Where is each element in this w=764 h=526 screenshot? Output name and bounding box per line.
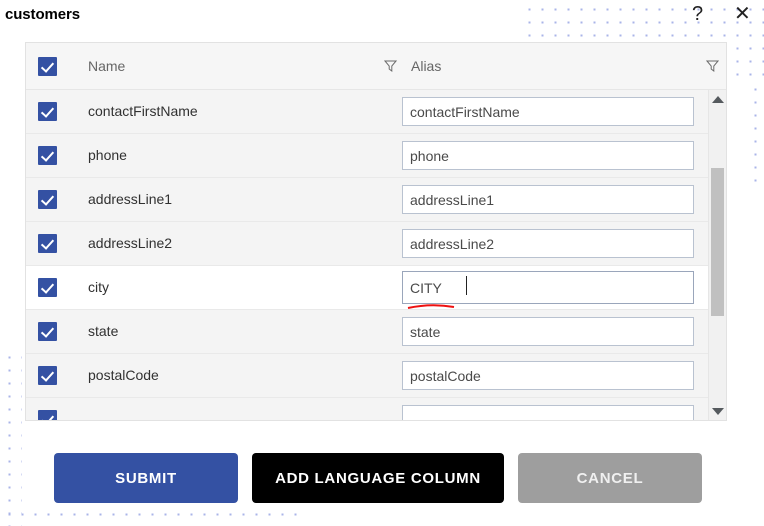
row-name-label: contactFirstName (88, 103, 198, 119)
row-checkbox[interactable] (38, 278, 57, 297)
alias-input[interactable] (402, 361, 694, 390)
row-name-label: phone (88, 147, 127, 163)
table-row: contactFirstName (26, 90, 709, 134)
alias-input-focused[interactable] (402, 271, 694, 304)
column-header-name: Name (88, 58, 126, 74)
dot-pattern-right-strip (746, 80, 764, 190)
alias-input[interactable] (402, 405, 694, 420)
filter-funnel-icon-alias[interactable] (705, 59, 720, 73)
row-name-label: addressLine1 (88, 191, 173, 207)
table-row-focused: city (26, 266, 709, 310)
row-checkbox[interactable] (38, 366, 57, 385)
dialog-titlebar: customers ? ✕ (0, 0, 764, 33)
table-row: phone (26, 134, 709, 178)
row-checkbox[interactable] (38, 322, 57, 341)
table-header-row: Name Alias (26, 43, 726, 90)
row-name-label: addressLine2 (88, 235, 173, 251)
table-row: addressLine2 (26, 222, 709, 266)
scrollbar-thumb[interactable] (711, 168, 724, 316)
row-checkbox[interactable] (38, 410, 57, 420)
row-checkbox[interactable] (38, 146, 57, 165)
select-all-checkbox[interactable] (38, 57, 57, 76)
cancel-button[interactable]: CANCEL (518, 453, 702, 503)
page-title: customers (5, 6, 80, 23)
alias-input[interactable] (402, 317, 694, 346)
text-caret (466, 276, 467, 295)
table-row-partial (26, 398, 709, 420)
row-checkbox[interactable] (38, 234, 57, 253)
table-row: postalCode (26, 354, 709, 398)
alias-input[interactable] (402, 229, 694, 258)
alias-input[interactable] (402, 185, 694, 214)
row-name-label: postalCode (88, 367, 159, 383)
table-rows-viewport: contactFirstName phone addressLine1 addr… (26, 90, 709, 420)
row-name-label: city (88, 279, 109, 295)
vertical-scrollbar[interactable] (708, 90, 726, 420)
row-checkbox[interactable] (38, 102, 57, 121)
add-language-column-button[interactable]: ADD LANGUAGE COLUMN (252, 453, 504, 503)
table-row: addressLine1 (26, 178, 709, 222)
columns-table: Name Alias contactFirstName phone addres… (25, 42, 727, 421)
filter-funnel-icon-name[interactable] (383, 59, 398, 73)
scroll-up-arrow-icon[interactable] (712, 96, 724, 103)
dot-pattern-bottom-strip (0, 505, 300, 526)
submit-button[interactable]: SUBMIT (54, 453, 238, 503)
alias-input[interactable] (402, 141, 694, 170)
row-name-label: state (88, 323, 119, 339)
scroll-down-arrow-icon[interactable] (712, 408, 724, 415)
dot-pattern-bottom-left (0, 348, 22, 526)
column-header-alias: Alias (411, 58, 442, 74)
help-icon[interactable]: ? (692, 4, 703, 24)
table-row: state (26, 310, 709, 354)
alias-input[interactable] (402, 97, 694, 126)
row-checkbox[interactable] (38, 190, 57, 209)
close-icon[interactable]: ✕ (734, 4, 751, 24)
